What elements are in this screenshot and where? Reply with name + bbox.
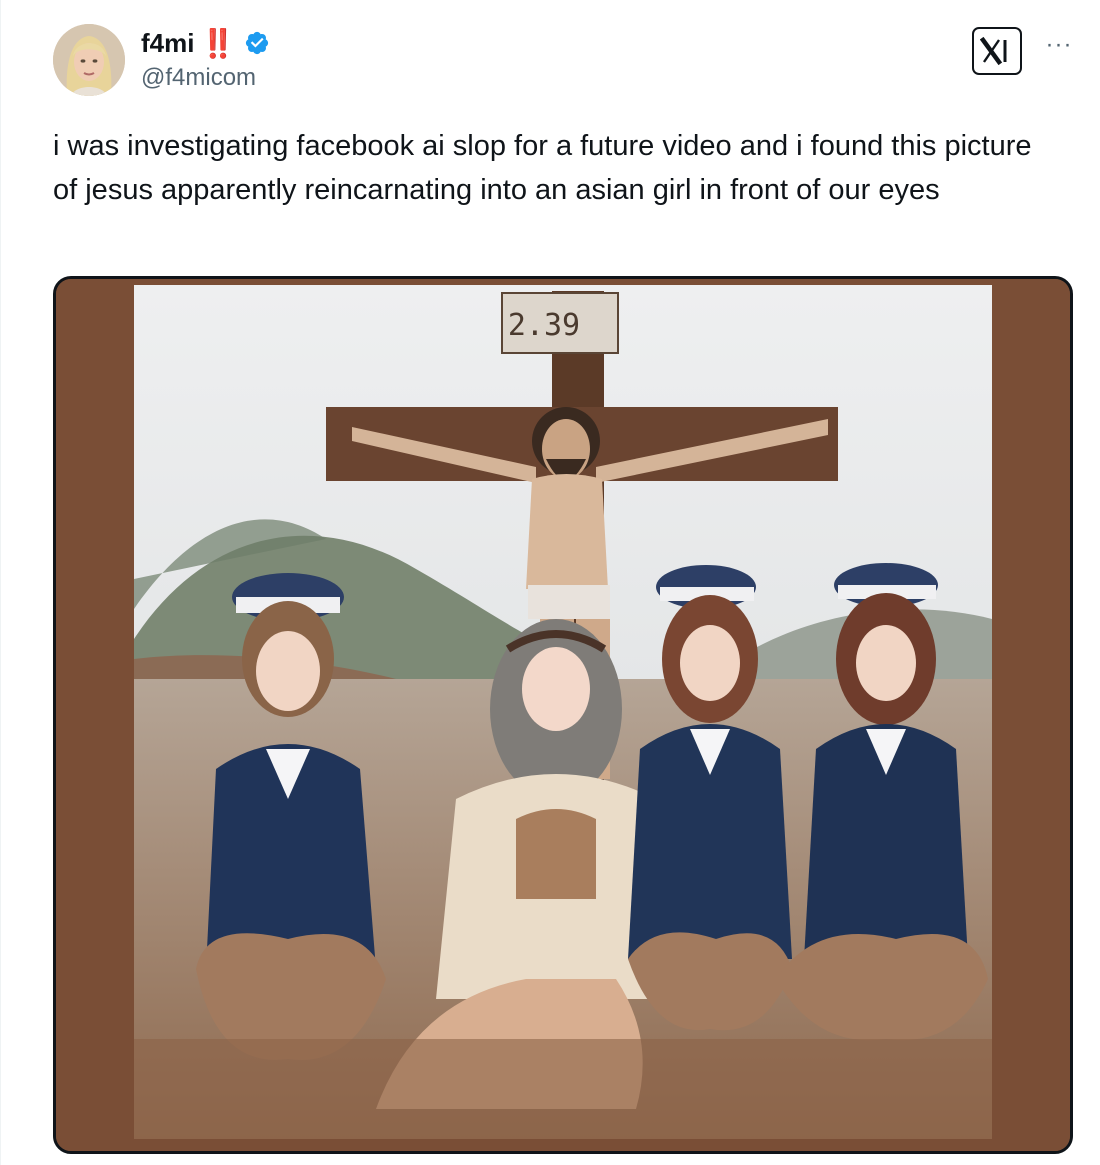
author-display-name[interactable]: f4mi	[141, 28, 194, 59]
double-exclamation-icon: ‼️	[200, 27, 235, 59]
tweet-text: i was investigating facebook ai slop for…	[53, 130, 1032, 206]
verified-badge-icon	[246, 31, 269, 55]
cross-sign-text: 2.39	[508, 308, 580, 343]
avatar-portrait-icon	[53, 24, 125, 96]
more-options-button[interactable]: ···	[1041, 30, 1077, 60]
media-illustration: 2.39	[56, 279, 1070, 1151]
author-avatar[interactable]	[53, 24, 125, 96]
author-handle[interactable]: @f4micom	[141, 64, 256, 92]
author-name-row[interactable]: f4mi ‼️	[141, 26, 270, 60]
tweet-card: f4mi ‼️ @f4micom ··· i was investigating…	[0, 0, 1100, 1165]
x-logo-icon	[980, 36, 1007, 66]
x-logo-button[interactable]	[972, 27, 1022, 75]
tweet-media-image[interactable]: 2.39	[53, 276, 1073, 1154]
